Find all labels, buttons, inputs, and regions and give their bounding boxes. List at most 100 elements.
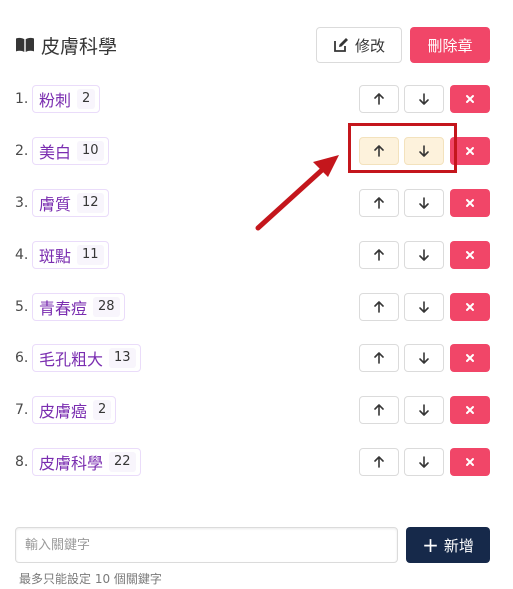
move-up-button[interactable]	[359, 396, 399, 424]
add-keyword-label: 新增	[443, 536, 474, 555]
remove-keyword-button[interactable]	[450, 85, 490, 113]
arrow-down-icon	[419, 145, 429, 157]
move-down-button[interactable]	[404, 396, 444, 424]
keyword-name: 毛孔粗大	[39, 350, 104, 369]
plus-icon: +	[422, 533, 439, 557]
keyword-tag[interactable]: 皮膚科學 22	[32, 448, 141, 476]
move-up-button[interactable]	[359, 293, 399, 321]
keyword-index: 6.	[15, 350, 29, 366]
add-keyword-button[interactable]: + 新增	[406, 527, 490, 563]
arrow-down-icon	[419, 93, 429, 105]
keyword-tag[interactable]: 粉刺 2	[32, 85, 101, 113]
keyword-name: 斑點	[39, 247, 72, 266]
arrow-down-icon	[419, 301, 429, 313]
move-down-button[interactable]	[404, 137, 444, 165]
keyword-row: 4. 斑點 11	[15, 241, 490, 269]
keyword-index: 4.	[15, 247, 29, 263]
book-open-icon	[16, 37, 34, 52]
keyword-name: 皮膚科學	[39, 454, 104, 473]
keyword-name: 皮膚癌	[39, 402, 88, 421]
move-down-button[interactable]	[404, 189, 444, 217]
close-icon	[466, 406, 474, 414]
keyword-row: 3. 膚質 12	[15, 189, 490, 217]
keyword-count: 22	[109, 452, 136, 472]
remove-keyword-button[interactable]	[450, 396, 490, 424]
close-icon	[466, 303, 474, 311]
remove-keyword-button[interactable]	[450, 241, 490, 269]
arrow-up-icon	[374, 197, 384, 209]
close-icon	[466, 95, 474, 103]
close-icon	[466, 199, 474, 207]
keyword-tag[interactable]: 皮膚癌 2	[32, 396, 117, 424]
move-up-button[interactable]	[359, 137, 399, 165]
keyword-limit-hint: 最多只能設定 10 個關鍵字	[19, 572, 162, 586]
keyword-name: 膚質	[39, 195, 72, 214]
edit-button-label: 修改	[354, 36, 385, 55]
keyword-count: 2	[93, 400, 112, 420]
arrow-down-icon	[419, 197, 429, 209]
edit-button[interactable]: 修改	[316, 27, 402, 63]
move-up-button[interactable]	[359, 189, 399, 217]
keyword-row: 2. 美白 10	[15, 137, 490, 165]
edit-icon	[334, 38, 348, 52]
keyword-index: 3.	[15, 195, 29, 211]
keyword-index: 1.	[15, 91, 29, 107]
chapter-title-text: 皮膚科學	[41, 35, 118, 58]
keyword-count: 2	[77, 89, 96, 109]
move-down-button[interactable]	[404, 293, 444, 321]
keyword-row: 6. 毛孔粗大 13	[15, 344, 490, 372]
arrow-up-icon	[374, 249, 384, 261]
close-icon	[466, 251, 474, 259]
remove-keyword-button[interactable]	[450, 189, 490, 217]
keyword-tag[interactable]: 斑點 11	[32, 241, 109, 269]
arrow-down-icon	[419, 404, 429, 416]
move-down-button[interactable]	[404, 241, 444, 269]
keyword-name: 粉刺	[39, 91, 72, 110]
close-icon	[466, 458, 474, 466]
keyword-count: 13	[109, 348, 136, 368]
move-down-button[interactable]	[404, 85, 444, 113]
keyword-name: 美白	[39, 143, 72, 162]
keyword-input[interactable]	[15, 527, 398, 563]
keyword-row: 5. 青春痘 28	[15, 293, 490, 321]
arrow-up-icon	[374, 145, 384, 157]
keyword-row: 1. 粉刺 2	[15, 85, 490, 113]
delete-chapter-label: 刪除章	[427, 36, 473, 55]
close-icon	[466, 147, 474, 155]
delete-chapter-button[interactable]: 刪除章	[410, 27, 490, 63]
chapter-title: 皮膚科學	[15, 27, 117, 63]
chapter-header: 皮膚科學 修改 刪除章	[15, 27, 490, 63]
close-icon	[466, 354, 474, 362]
keyword-index: 2.	[15, 143, 29, 159]
keyword-tag[interactable]: 青春痘 28	[32, 293, 125, 321]
keyword-index: 7.	[15, 402, 29, 418]
move-down-button[interactable]	[404, 448, 444, 476]
keyword-tag[interactable]: 毛孔粗大 13	[32, 344, 141, 372]
keyword-count: 12	[77, 193, 104, 213]
keyword-row: 7. 皮膚癌 2	[15, 396, 490, 424]
arrow-down-icon	[419, 352, 429, 364]
remove-keyword-button[interactable]	[450, 448, 490, 476]
arrow-up-icon	[374, 352, 384, 364]
arrow-down-icon	[419, 456, 429, 468]
move-up-button[interactable]	[359, 344, 399, 372]
remove-keyword-button[interactable]	[450, 137, 490, 165]
move-up-button[interactable]	[359, 448, 399, 476]
arrow-up-icon	[374, 456, 384, 468]
keyword-count: 28	[93, 297, 120, 317]
remove-keyword-button[interactable]	[450, 344, 490, 372]
keyword-tag[interactable]: 美白 10	[32, 137, 109, 165]
move-down-button[interactable]	[404, 344, 444, 372]
keyword-index: 8.	[15, 454, 29, 470]
keyword-index: 5.	[15, 299, 29, 315]
keyword-count: 11	[77, 245, 104, 265]
move-up-button[interactable]	[359, 85, 399, 113]
move-up-button[interactable]	[359, 241, 399, 269]
keyword-row: 8. 皮膚科學 22	[15, 448, 490, 476]
keyword-tag[interactable]: 膚質 12	[32, 189, 109, 217]
arrow-down-icon	[419, 249, 429, 261]
remove-keyword-button[interactable]	[450, 293, 490, 321]
arrow-up-icon	[374, 301, 384, 313]
keyword-name: 青春痘	[39, 299, 88, 318]
arrow-up-icon	[374, 93, 384, 105]
